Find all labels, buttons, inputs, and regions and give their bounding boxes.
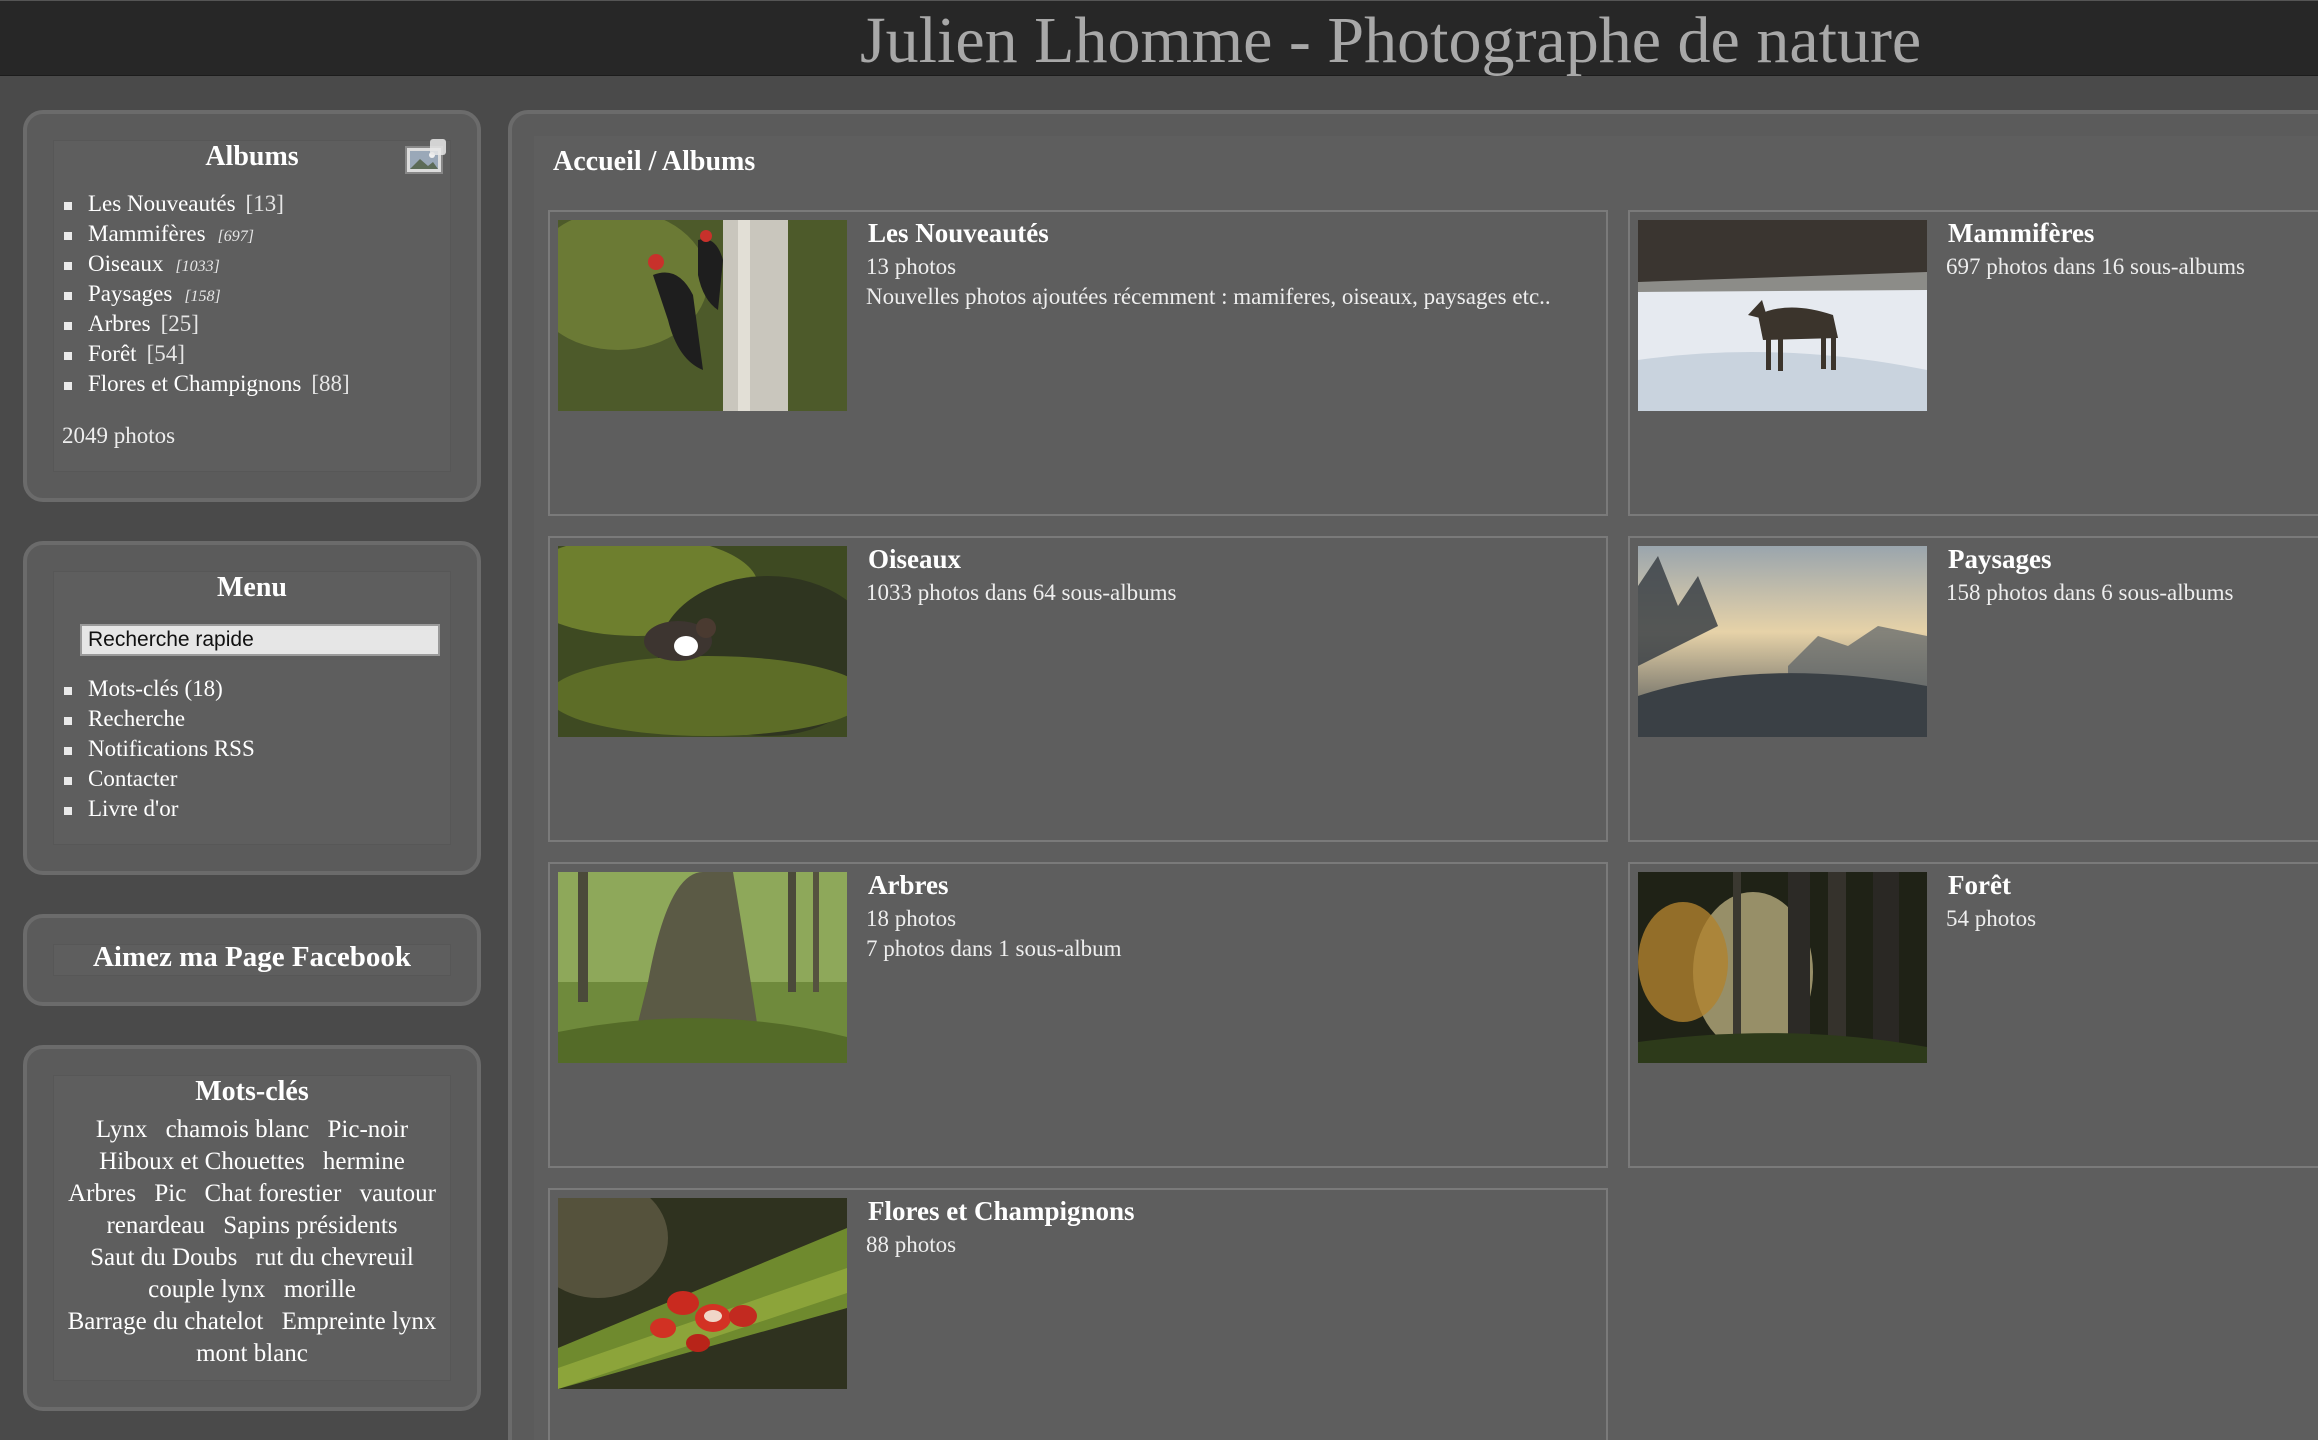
- album-count: [54]: [146, 341, 185, 366]
- tag-link[interactable]: Barrage du chatelot: [68, 1308, 264, 1335]
- facebook-link[interactable]: Aimez ma Page Facebook: [54, 941, 450, 973]
- album-link[interactable]: Oiseaux [1033]: [54, 249, 450, 279]
- album-thumbnail[interactable]: [558, 872, 847, 1063]
- album-info: 697 photos dans 16 sous-albums: [1946, 254, 2245, 279]
- albums-box-title: Albums: [205, 141, 299, 172]
- album-info: 13 photos: [866, 254, 957, 279]
- album-link-label[interactable]: Arbres: [88, 311, 151, 336]
- albums-box: Albums Les Nouveautés [13] Mammifères [697…: [23, 110, 481, 502]
- album-info: 158 photos dans 6 sous-albums: [1946, 580, 2234, 605]
- albums-list: Les Nouveautés [13] Mammifères [697] Oisea…: [54, 189, 450, 399]
- album-count: [25]: [160, 311, 199, 336]
- album-link[interactable]: Forêt [54]: [54, 339, 450, 369]
- menu-item-rss[interactable]: Notifications RSS: [54, 734, 255, 764]
- album-thumbnail[interactable]: [1638, 546, 1927, 737]
- menu-item-search[interactable]: Recherche: [54, 704, 255, 734]
- album-card-oiseaux[interactable]: Oiseaux 1033 photos dans 64 sous-albums: [548, 536, 1608, 842]
- album-link[interactable]: Les Nouveautés [13]: [54, 189, 450, 219]
- album-count: [1033]: [175, 258, 220, 275]
- tag-link[interactable]: hermine: [323, 1148, 405, 1175]
- breadcrumb[interactable]: Accueil / Albums: [553, 146, 755, 178]
- tag-link[interactable]: morille: [284, 1276, 356, 1303]
- album-title[interactable]: Paysages: [1948, 544, 2052, 575]
- tag-cloud: Lynx chamois blanc Pic-noir Hiboux et Ch…: [54, 1114, 450, 1370]
- menu-list: Mots-clés (18) Recherche Notifications R…: [54, 674, 255, 824]
- tag-link[interactable]: Pic-noir: [328, 1116, 409, 1143]
- tag-link[interactable]: vautour: [360, 1180, 436, 1207]
- album-card-paysages[interactable]: Paysages 158 photos dans 6 sous-albums: [1628, 536, 2318, 842]
- album-count: [158]: [184, 288, 221, 305]
- facebook-box-inner: Aimez ma Page Facebook: [53, 941, 451, 976]
- tag-link[interactable]: rut du chevreuil: [256, 1244, 414, 1271]
- album-info: 1033 photos dans 64 sous-albums: [866, 580, 1177, 605]
- photo-icon[interactable]: [404, 139, 448, 177]
- tag-link[interactable]: couple lynx: [148, 1276, 265, 1303]
- tags-box: Mots-clés Lynx chamois blanc Pic-noir Hi…: [23, 1045, 481, 1411]
- album-thumbnail[interactable]: [558, 546, 847, 737]
- facebook-box: Aimez ma Page Facebook: [23, 914, 481, 1006]
- album-link-label[interactable]: Paysages: [88, 281, 172, 306]
- album-card-flores[interactable]: Flores et Champignons 88 photos: [548, 1188, 1608, 1440]
- album-info: 18 photos: [866, 906, 957, 931]
- album-title[interactable]: Oiseaux: [868, 544, 961, 575]
- album-title[interactable]: Arbres: [868, 870, 949, 901]
- menu-box: Menu Mots-clés (18) Recherche Notificati…: [23, 541, 481, 875]
- album-count: [13]: [245, 191, 284, 216]
- tags-box-inner: Mots-clés Lynx chamois blanc Pic-noir Hi…: [53, 1075, 451, 1381]
- album-count: [88]: [311, 371, 350, 396]
- tag-link[interactable]: Sapins présidents: [223, 1212, 397, 1239]
- tag-link[interactable]: renardeau: [106, 1212, 205, 1239]
- menu-box-inner: Menu Mots-clés (18) Recherche Notificati…: [53, 571, 451, 845]
- album-info: 54 photos: [1946, 906, 2037, 931]
- search-input[interactable]: [80, 624, 440, 656]
- tag-link[interactable]: Saut du Doubs: [90, 1244, 237, 1271]
- menu-item-keywords[interactable]: Mots-clés (18): [54, 674, 255, 704]
- albums-box-inner: Albums Les Nouveautés [13] Mammifères [697…: [53, 139, 451, 472]
- tags-box-title: Mots-clés: [195, 1076, 309, 1107]
- album-thumbnail[interactable]: [558, 1198, 847, 1389]
- album-link-label[interactable]: Flores et Champignons: [88, 371, 301, 396]
- album-card-arbres[interactable]: Arbres 18 photos 7 photos dans 1 sous-al…: [548, 862, 1608, 1168]
- album-link-label[interactable]: Forêt: [88, 341, 137, 366]
- album-link[interactable]: Arbres [25]: [54, 309, 450, 339]
- tag-link[interactable]: Pic: [154, 1180, 186, 1207]
- album-thumbnail[interactable]: [558, 220, 847, 411]
- album-info: 88 photos: [866, 1232, 957, 1257]
- menu-item-guestbook[interactable]: Livre d'or: [54, 794, 255, 824]
- album-title[interactable]: Mammifères: [1948, 218, 2094, 249]
- album-link[interactable]: Flores et Champignons [88]: [54, 369, 450, 399]
- tag-link[interactable]: Lynx: [96, 1116, 147, 1143]
- tag-link[interactable]: Hiboux et Chouettes: [99, 1148, 305, 1175]
- tag-link[interactable]: chamois blanc: [166, 1116, 310, 1143]
- site-header: Julien Lhomme - Photographe de nature: [0, 0, 2318, 79]
- album-info: 7 photos dans 1 sous-album: [866, 936, 1122, 961]
- album-link-label[interactable]: Oiseaux: [88, 251, 163, 276]
- menu-item-contact[interactable]: Contacter: [54, 764, 255, 794]
- album-link[interactable]: Paysages [158]: [54, 279, 450, 309]
- site-title[interactable]: Julien Lhomme - Photographe de nature: [860, 3, 1921, 79]
- album-link[interactable]: Mammifères [697]: [54, 219, 450, 249]
- tag-link[interactable]: Empreinte lynx: [282, 1308, 437, 1335]
- menu-box-title: Menu: [217, 572, 287, 603]
- album-card-mammiferes[interactable]: Mammifères 697 photos dans 16 sous-album…: [1628, 210, 2318, 516]
- album-link-label[interactable]: Mammifères: [88, 221, 206, 246]
- album-thumbnail[interactable]: [1638, 872, 1927, 1063]
- album-title[interactable]: Flores et Champignons: [868, 1196, 1135, 1227]
- tag-link[interactable]: Arbres: [68, 1180, 136, 1207]
- tag-link[interactable]: Chat forestier: [205, 1180, 342, 1207]
- album-count: [697]: [217, 228, 254, 245]
- album-card-nouveautes[interactable]: Les Nouveautés 13 photos Nouvelles photo…: [548, 210, 1608, 516]
- albums-total: 2049 photos: [62, 423, 176, 448]
- album-description: Nouvelles photos ajoutées récemment : ma…: [866, 284, 1551, 309]
- tag-link[interactable]: mont blanc: [196, 1340, 308, 1367]
- album-title[interactable]: Les Nouveautés: [868, 218, 1049, 249]
- album-link-label[interactable]: Les Nouveautés: [88, 191, 236, 216]
- album-card-foret[interactable]: Forêt 54 photos: [1628, 862, 2318, 1168]
- album-title[interactable]: Forêt: [1948, 870, 2011, 901]
- album-thumbnail[interactable]: [1638, 220, 1927, 411]
